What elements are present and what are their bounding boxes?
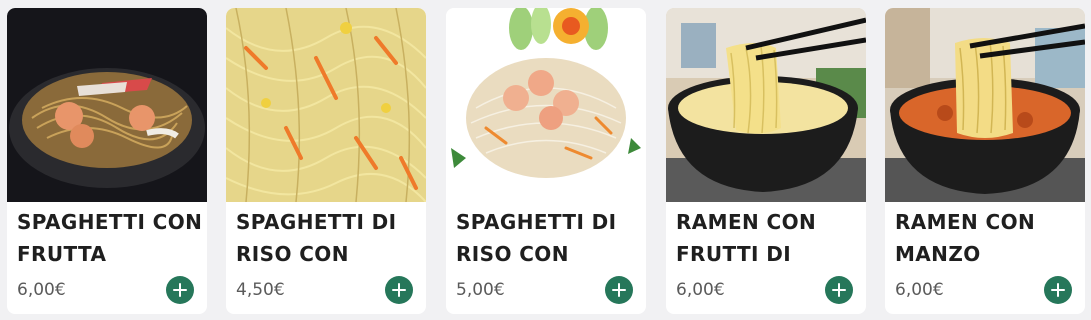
- product-card[interactable]: RAMEN CON FRUTTI DI 6,00€: [666, 8, 866, 314]
- product-name: SPAGHETTI DI RISO CON: [456, 210, 617, 266]
- product-price: 5,00€: [456, 280, 505, 300]
- product-name: SPAGHETTI DI RISO CON: [236, 210, 397, 266]
- product-name: SPAGHETTI CON FRUTTA: [17, 210, 203, 266]
- product-grid: SPAGHETTI CON FRUTTA 6,00€ SPAGHETTI DI …: [0, 0, 1091, 320]
- add-to-cart-button[interactable]: [385, 276, 413, 304]
- product-photo[interactable]: [666, 8, 866, 202]
- add-to-cart-button[interactable]: [1044, 276, 1072, 304]
- add-to-cart-button[interactable]: [166, 276, 194, 304]
- product-photo[interactable]: [885, 8, 1085, 202]
- product-name: RAMEN CON MANZO: [895, 210, 1036, 266]
- product-card[interactable]: SPAGHETTI DI RISO CON 5,00€: [446, 8, 646, 314]
- add-to-cart-button[interactable]: [825, 276, 853, 304]
- product-price: 6,00€: [17, 280, 66, 300]
- product-photo[interactable]: [226, 8, 426, 202]
- product-card[interactable]: SPAGHETTI CON FRUTTA 6,00€: [7, 8, 207, 314]
- add-to-cart-button[interactable]: [605, 276, 633, 304]
- product-name: RAMEN CON FRUTTI DI: [676, 210, 817, 266]
- product-price: 6,00€: [895, 280, 944, 300]
- product-photo[interactable]: [446, 8, 646, 202]
- product-photo[interactable]: [7, 8, 207, 202]
- product-card[interactable]: SPAGHETTI DI RISO CON 4,50€: [226, 8, 426, 314]
- product-price: 6,00€: [676, 280, 725, 300]
- product-price: 4,50€: [236, 280, 285, 300]
- product-card[interactable]: RAMEN CON MANZO 6,00€: [885, 8, 1085, 314]
